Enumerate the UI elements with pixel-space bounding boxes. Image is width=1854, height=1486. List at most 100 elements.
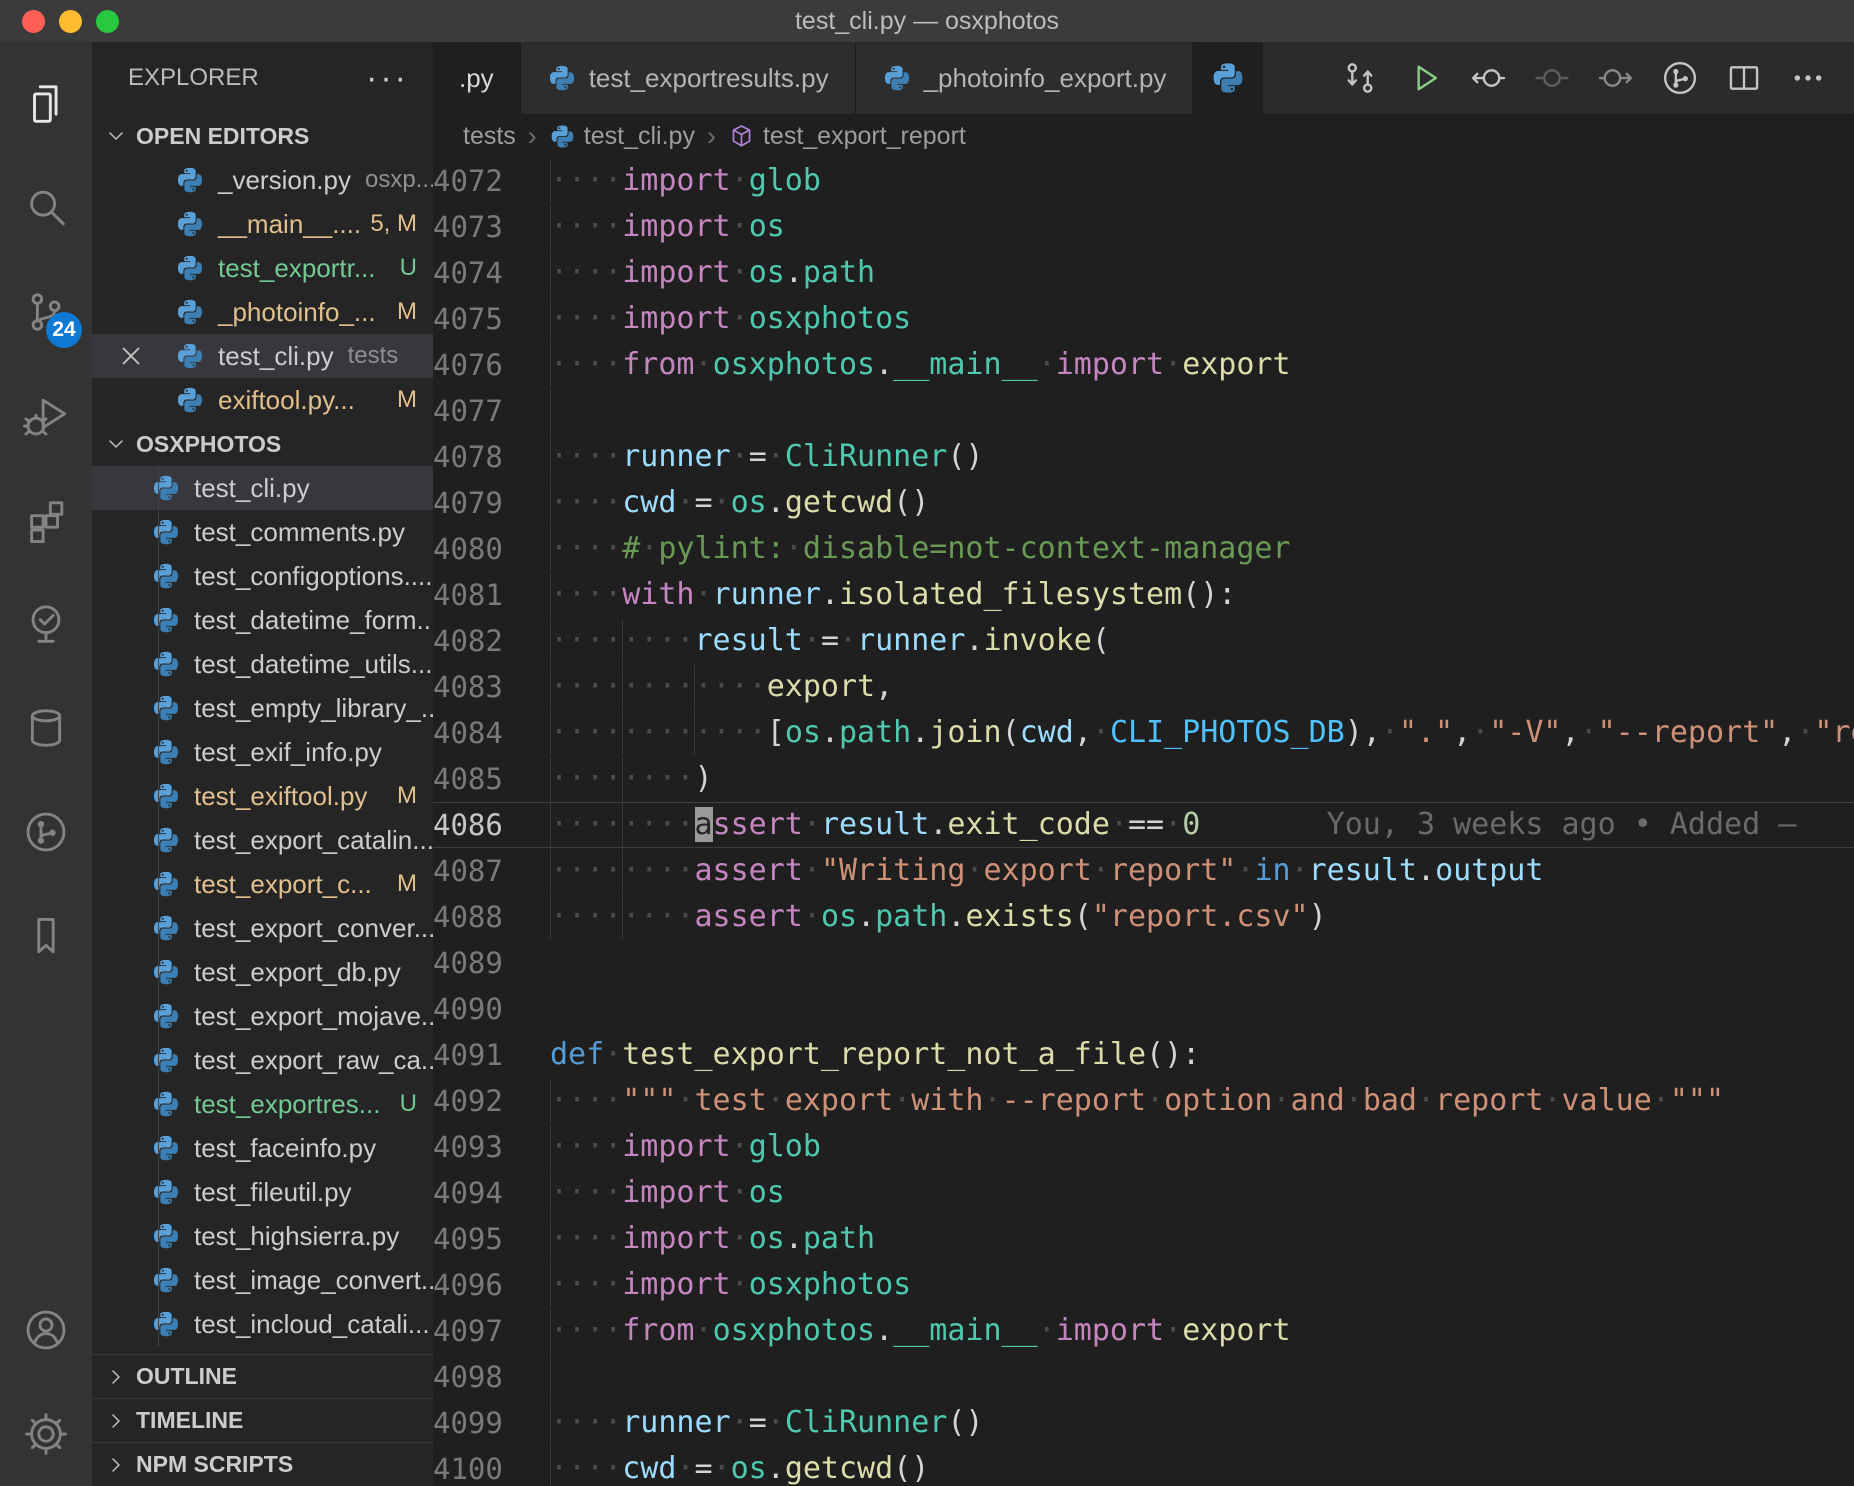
tree-item[interactable]: test_export_c...M bbox=[92, 862, 433, 906]
code-line[interactable]: 4092····"""·test·export·with·--report·op… bbox=[433, 1078, 1854, 1124]
tree-item[interactable]: test_export_raw_ca... bbox=[92, 1038, 433, 1082]
line-number: 4093 bbox=[433, 1130, 550, 1164]
code-line[interactable]: 4088········assert·os.path.exists("repor… bbox=[433, 894, 1854, 940]
code-line[interactable]: 4090 bbox=[433, 986, 1854, 1032]
tree-item[interactable]: test_export_mojave... bbox=[92, 994, 433, 1038]
code-line-text: ····import·os bbox=[550, 1171, 1854, 1215]
code-line-current[interactable]: 4086········assert·result.exit_code·==·0… bbox=[433, 802, 1854, 848]
open-editor-item[interactable]: test_exportr...U bbox=[92, 246, 433, 290]
tree-item[interactable]: test_fileutil.py bbox=[92, 1170, 433, 1214]
tree-item[interactable]: test_export_db.py bbox=[92, 950, 433, 994]
sidebar-section-npm-scripts[interactable]: NPM SCRIPTS bbox=[92, 1442, 433, 1486]
tree-item[interactable]: test_export_catalin... bbox=[92, 818, 433, 862]
more-actions-icon[interactable]: ··· bbox=[366, 68, 409, 88]
tree-item[interactable]: test_configoptions.... bbox=[92, 554, 433, 598]
breadcrumb-item[interactable]: test_export_report bbox=[728, 122, 966, 151]
activity-item-gitlens[interactable] bbox=[0, 780, 92, 884]
sidebar-section-timeline[interactable]: TIMELINE bbox=[92, 1398, 433, 1442]
navigate-none-icon[interactable] bbox=[1520, 53, 1584, 103]
code-line[interactable]: 4097····from·osxphotos.__main__·import·e… bbox=[433, 1308, 1854, 1354]
whitespace-dots: · bbox=[731, 1267, 749, 1302]
code-line[interactable]: 4081····with·runner.isolated_filesystem(… bbox=[433, 572, 1854, 618]
tree-item[interactable]: test_exiftool.pyM bbox=[92, 774, 433, 818]
sidebar-section-outline[interactable]: OUTLINE bbox=[92, 1354, 433, 1398]
code-line[interactable]: 4084············[os.path.join(cwd,·CLI_P… bbox=[433, 710, 1854, 756]
code-line[interactable]: 4093····import·glob bbox=[433, 1124, 1854, 1170]
code-line-text: ····import·os.path bbox=[550, 251, 1854, 295]
activity-item-source-control[interactable]: 24 bbox=[0, 260, 92, 364]
code-line[interactable]: 4082········result·=·runner.invoke( bbox=[433, 618, 1854, 664]
editor-tab[interactable]: _photoinfo_export.py bbox=[856, 42, 1194, 114]
open-editor-item[interactable]: __main__....5, M bbox=[92, 202, 433, 246]
activity-item-settings[interactable] bbox=[0, 1382, 92, 1486]
code-line[interactable]: 4091def·test_export_report_not_a_file(): bbox=[433, 1032, 1854, 1078]
code-line[interactable]: 4100····cwd·=·os.getcwd() bbox=[433, 1446, 1854, 1486]
gitlens-graph-icon[interactable] bbox=[1648, 53, 1712, 103]
activity-item-account[interactable] bbox=[0, 1278, 92, 1382]
activity-item-run-debug[interactable] bbox=[0, 364, 92, 468]
code-line[interactable]: 4087········assert·"Writing·export·repor… bbox=[433, 848, 1854, 894]
line-number: 4098 bbox=[433, 1360, 550, 1394]
tree-item[interactable]: test_datetime_form... bbox=[92, 598, 433, 642]
activity-item-extensions[interactable] bbox=[0, 468, 92, 572]
tree-item[interactable]: test_image_convert... bbox=[92, 1258, 433, 1302]
code-line[interactable]: 4099····runner·=·CliRunner() bbox=[433, 1400, 1854, 1446]
open-editors-section-header[interactable]: OPEN EDITORS bbox=[92, 114, 433, 158]
minimize-window-button[interactable] bbox=[59, 10, 82, 33]
code-line[interactable]: 4095····import·os.path bbox=[433, 1216, 1854, 1262]
code-line[interactable]: 4075····import·osxphotos bbox=[433, 296, 1854, 342]
python-environment-button[interactable] bbox=[1193, 42, 1263, 114]
run-icon[interactable] bbox=[1392, 53, 1456, 103]
close-icon[interactable] bbox=[116, 341, 146, 371]
tree-item[interactable]: test_datetime_utils.... bbox=[92, 642, 433, 686]
code-line[interactable]: 4080····#·pylint:·disable=not-context-ma… bbox=[433, 526, 1854, 572]
activity-item-database[interactable] bbox=[0, 676, 92, 780]
code-line[interactable]: 4073····import·os bbox=[433, 204, 1854, 250]
whitespace-dots: · bbox=[1146, 1083, 1164, 1118]
navigate-forward-icon[interactable] bbox=[1584, 53, 1648, 103]
code-line[interactable]: 4089 bbox=[433, 940, 1854, 986]
code-line[interactable]: 4094····import·os bbox=[433, 1170, 1854, 1216]
code-line[interactable]: 4083············export, bbox=[433, 664, 1854, 710]
open-editor-item[interactable]: _version.pyosxp... bbox=[92, 158, 433, 202]
code-line[interactable]: 4096····import·osxphotos bbox=[433, 1262, 1854, 1308]
project-section-header[interactable]: OSXPHOTOS bbox=[92, 422, 433, 466]
tree-item[interactable]: test_faceinfo.py bbox=[92, 1126, 433, 1170]
code-line[interactable]: 4098 bbox=[433, 1354, 1854, 1400]
activity-item-explorer[interactable] bbox=[0, 52, 92, 156]
code-line[interactable]: 4072····import·glob bbox=[433, 158, 1854, 204]
tree-item[interactable]: test_export_conver... bbox=[92, 906, 433, 950]
open-editor-item[interactable]: _photoinfo_...M bbox=[92, 290, 433, 334]
tree-item[interactable]: test_incloud_catali... bbox=[92, 1302, 433, 1346]
open-editor-item[interactable]: exiftool.py...M bbox=[92, 378, 433, 422]
open-editor-item[interactable]: test_cli.pytests bbox=[92, 334, 433, 378]
tree-item[interactable]: test_cli.py bbox=[92, 466, 433, 510]
breadcrumb-item[interactable]: test_cli.py bbox=[549, 122, 695, 151]
navigate-back-icon[interactable] bbox=[1456, 53, 1520, 103]
code-editor[interactable]: 4072····import·glob4073····import·os4074… bbox=[433, 158, 1854, 1486]
activity-item-test-explorer[interactable] bbox=[0, 572, 92, 676]
more-actions-icon[interactable] bbox=[1776, 53, 1840, 103]
code-line[interactable]: 4076····from·osxphotos.__main__·import·e… bbox=[433, 342, 1854, 388]
editor-tab[interactable]: test_exportresults.py bbox=[521, 42, 856, 114]
indent-guide bbox=[550, 481, 551, 525]
code-line[interactable]: 4077 bbox=[433, 388, 1854, 434]
tree-item[interactable]: test_exif_info.py bbox=[92, 730, 433, 774]
close-window-button[interactable] bbox=[22, 10, 45, 33]
code-line[interactable]: 4085········) bbox=[433, 756, 1854, 802]
editor-tab[interactable]: .py bbox=[433, 42, 521, 114]
code-line[interactable]: 4074····import·os.path bbox=[433, 250, 1854, 296]
split-editor-icon[interactable] bbox=[1712, 53, 1776, 103]
tree-item[interactable]: test_exportres...U bbox=[92, 1082, 433, 1126]
zoom-window-button[interactable] bbox=[96, 10, 119, 33]
tree-item[interactable]: test_empty_library_... bbox=[92, 686, 433, 730]
line-number: 4077 bbox=[433, 394, 550, 428]
compare-changes-icon[interactable] bbox=[1328, 53, 1392, 103]
activity-item-search[interactable] bbox=[0, 156, 92, 260]
tree-item[interactable]: test_comments.py bbox=[92, 510, 433, 554]
code-line[interactable]: 4079····cwd·=·os.getcwd() bbox=[433, 480, 1854, 526]
code-line[interactable]: 4078····runner·=·CliRunner() bbox=[433, 434, 1854, 480]
activity-item-bookmarks[interactable] bbox=[0, 884, 92, 988]
breadcrumb-item[interactable]: tests bbox=[463, 122, 516, 151]
tree-item[interactable]: test_highsierra.py bbox=[92, 1214, 433, 1258]
